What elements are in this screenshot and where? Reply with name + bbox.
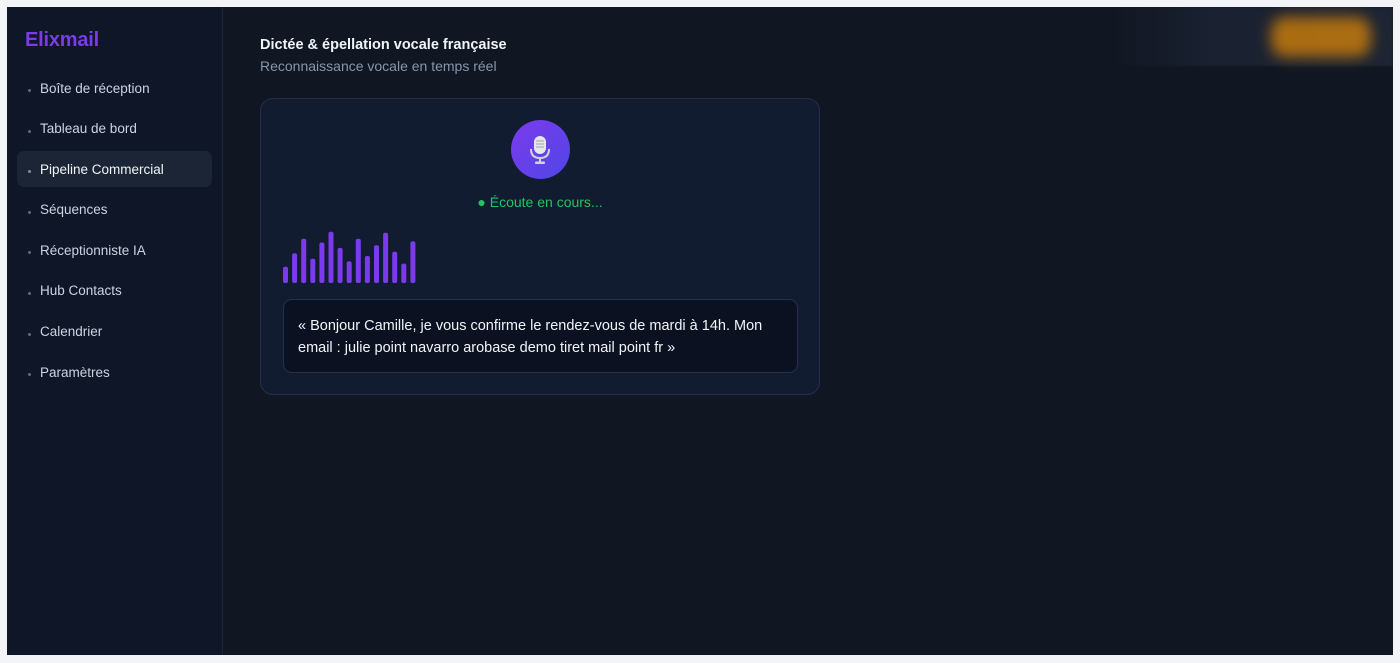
sidebar-item-inbox[interactable]: Boîte de réception bbox=[17, 70, 212, 106]
sidebar: Elixmail Boîte de réception Tableau de b… bbox=[7, 7, 223, 655]
listening-status: ● Écoute en cours... bbox=[477, 194, 603, 210]
waveform-bar bbox=[337, 247, 343, 283]
bullet-icon bbox=[28, 332, 31, 336]
waveform-bar bbox=[410, 241, 416, 283]
sidebar-item-label: Tableau de bord bbox=[40, 121, 137, 137]
waveform-bar bbox=[383, 232, 389, 283]
sidebar-item-label: Paramètres bbox=[40, 364, 110, 380]
bullet-icon bbox=[28, 129, 31, 133]
waveform-bar bbox=[355, 238, 361, 283]
bullet-icon bbox=[28, 291, 31, 295]
main-content: Dictée & épellation vocale française Rec… bbox=[223, 7, 1393, 655]
sidebar-item-label: Séquences bbox=[40, 202, 108, 218]
sidebar-item-ai-receptionist[interactable]: Réceptionniste IA bbox=[17, 232, 212, 268]
waveform-bar bbox=[364, 256, 370, 283]
sidebar-item-label: Boîte de réception bbox=[40, 80, 150, 96]
sidebar-item-label: Calendrier bbox=[40, 324, 103, 340]
audio-waveform bbox=[283, 231, 416, 283]
bullet-icon bbox=[28, 170, 31, 174]
microphone-button[interactable] bbox=[510, 120, 570, 179]
sidebar-item-calendar[interactable]: Calendrier bbox=[17, 314, 212, 350]
bullet-icon bbox=[28, 89, 31, 92]
sidebar-item-pipeline[interactable]: Pipeline Commercial bbox=[17, 151, 212, 188]
blurred-action-button[interactable] bbox=[1271, 17, 1371, 57]
app-logo[interactable]: Elixmail bbox=[17, 29, 212, 52]
bullet-icon bbox=[28, 373, 31, 377]
waveform-bar bbox=[374, 245, 379, 283]
waveform-bar bbox=[392, 251, 398, 283]
waveform-bar bbox=[283, 266, 288, 283]
sidebar-item-label: Hub Contacts bbox=[40, 283, 122, 299]
sidebar-nav: Boîte de réception Tableau de bord Pipel… bbox=[17, 70, 212, 390]
sidebar-item-dashboard[interactable]: Tableau de bord bbox=[17, 111, 212, 147]
waveform-bar bbox=[346, 261, 352, 283]
transcript-box: « Bonjour Camille, je vous confirme le r… bbox=[283, 299, 798, 373]
sidebar-item-sequences[interactable]: Séquences bbox=[17, 192, 212, 228]
sidebar-item-label: Pipeline Commercial bbox=[40, 161, 164, 177]
bullet-icon bbox=[28, 210, 31, 214]
waveform-bar bbox=[310, 258, 316, 283]
waveform-bar bbox=[292, 253, 298, 283]
app-window: Elixmail Boîte de réception Tableau de b… bbox=[7, 7, 1393, 655]
dictation-card: ● Écoute en cours... « Bonjour Camille, … bbox=[260, 98, 820, 395]
waveform-bar bbox=[319, 242, 325, 283]
bullet-icon bbox=[28, 251, 31, 255]
sidebar-item-settings[interactable]: Paramètres bbox=[17, 354, 212, 390]
sidebar-item-contacts[interactable]: Hub Contacts bbox=[17, 273, 212, 309]
sidebar-item-label: Réceptionniste IA bbox=[40, 242, 146, 258]
waveform-bar bbox=[401, 263, 407, 283]
waveform-bar bbox=[301, 238, 307, 283]
waveform-bar bbox=[328, 231, 334, 283]
microphone-icon bbox=[530, 135, 550, 164]
